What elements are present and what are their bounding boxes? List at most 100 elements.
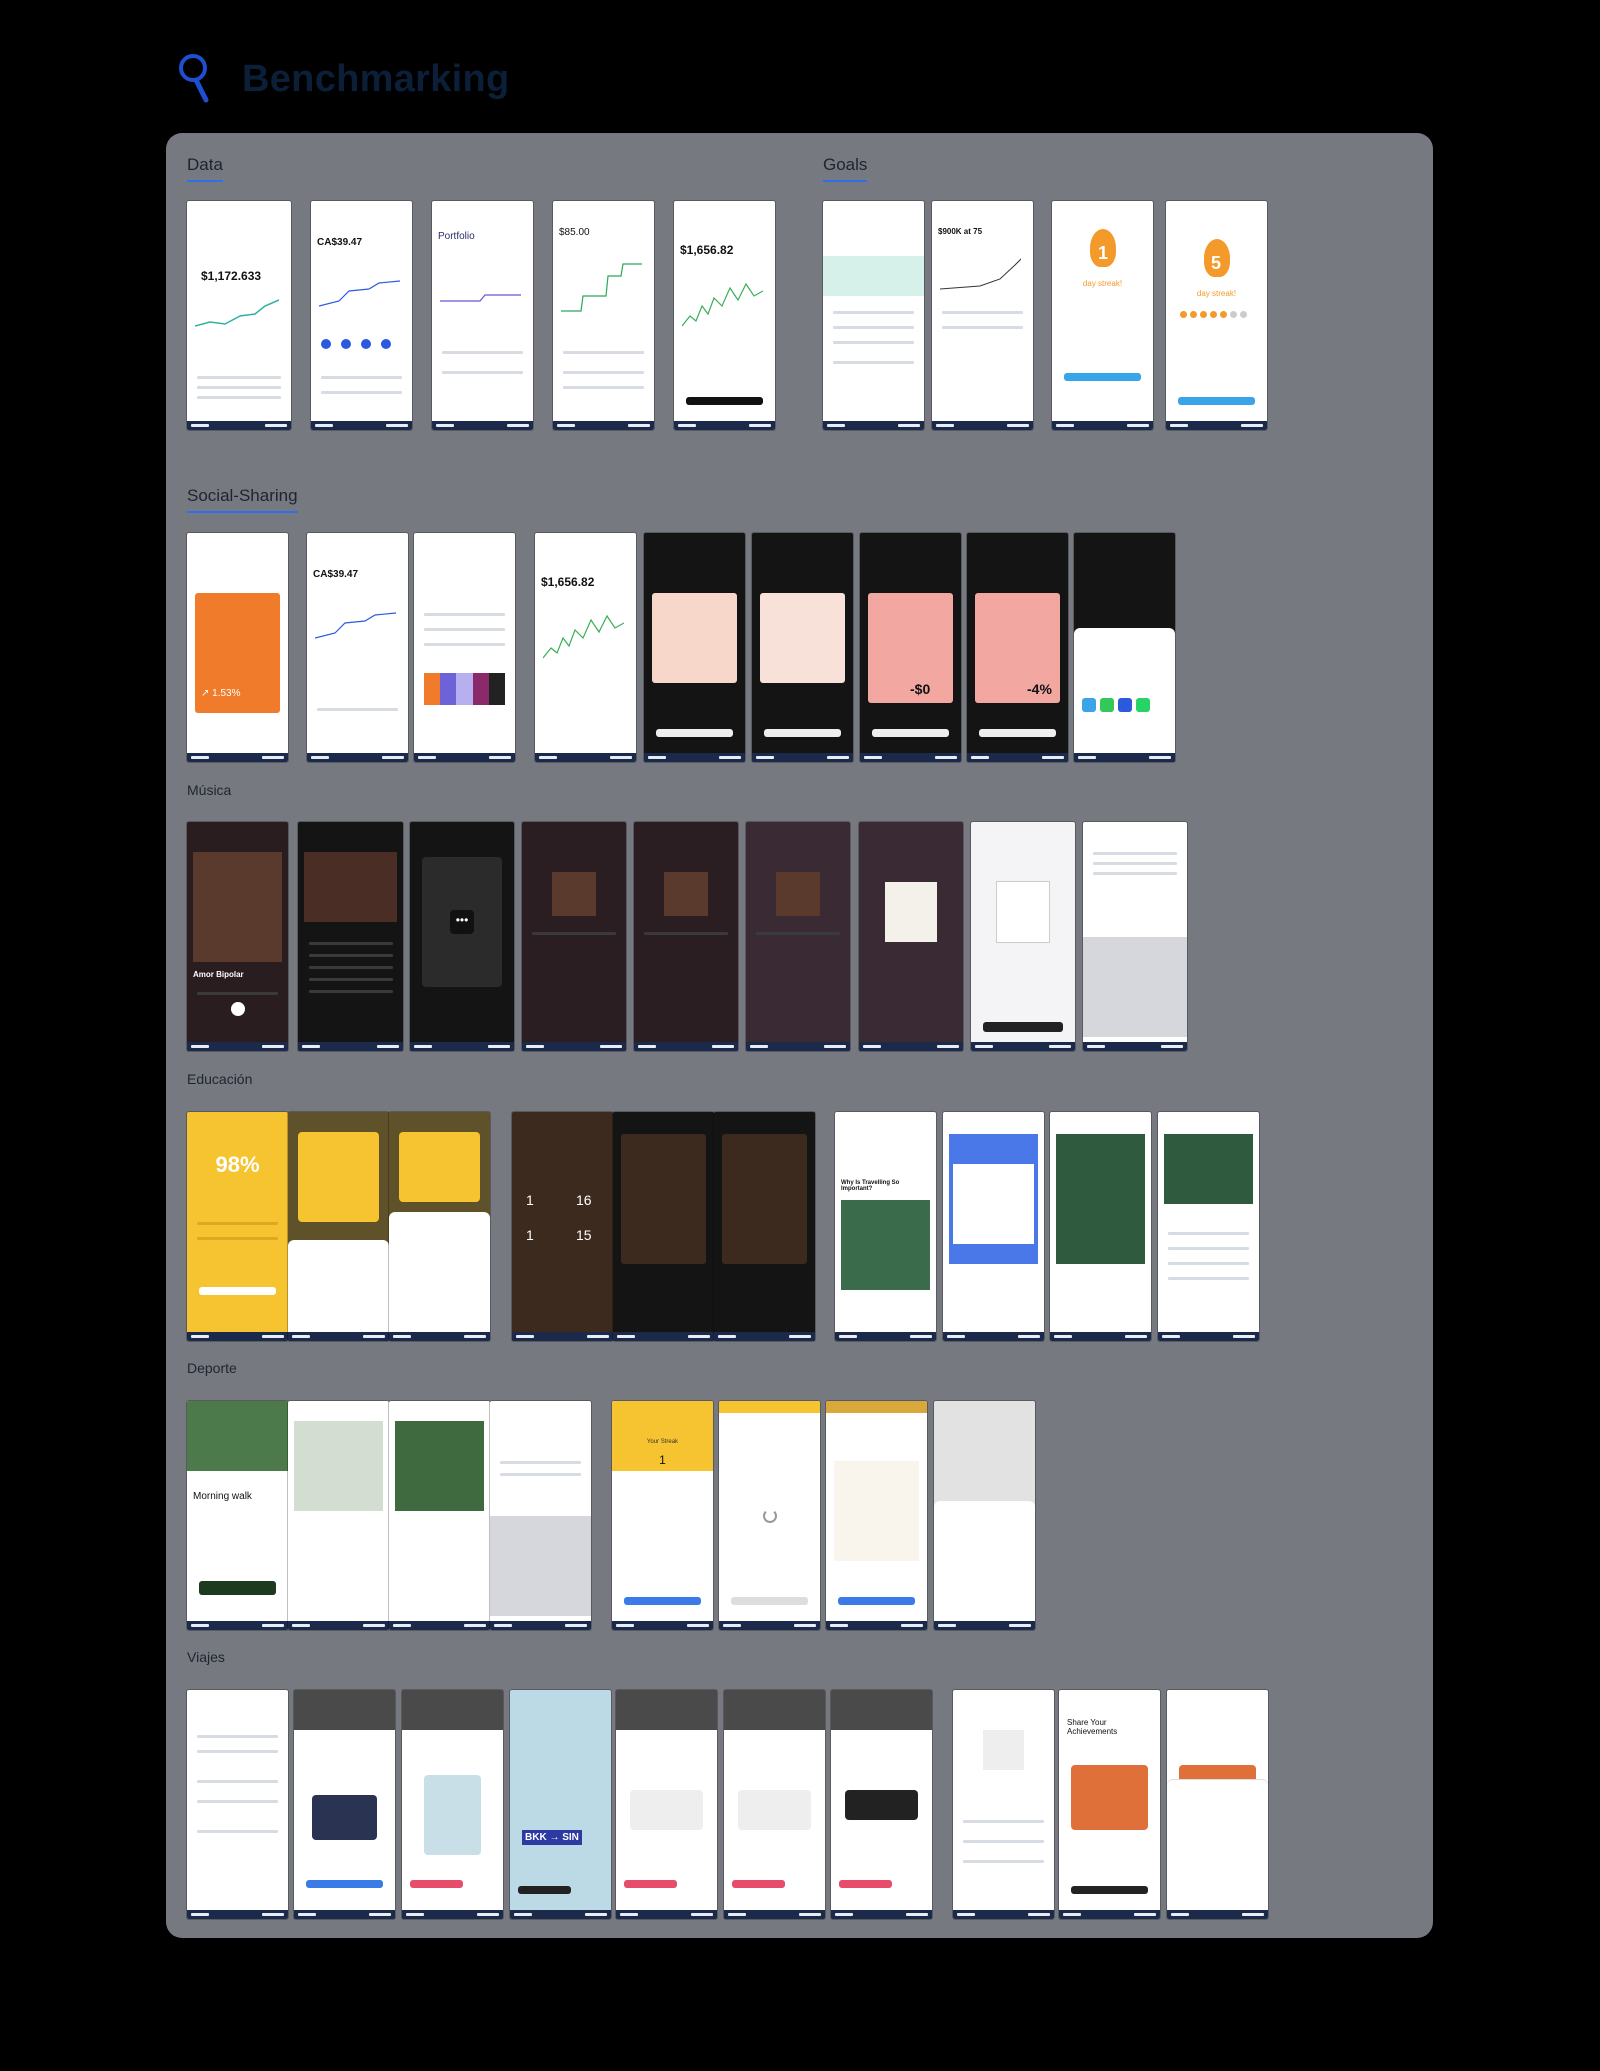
screen-amount: $1,656.82 [541, 575, 595, 589]
screen-percentage: ↗ 1.53% [201, 688, 241, 699]
screen-percentage: 98% [215, 1152, 260, 1177]
screenshot-educacion-9[interactable] [1050, 1112, 1151, 1341]
screen-title: $900K at 75 [938, 227, 983, 236]
screenshot-social-4[interactable]: $1,656.82 [535, 533, 636, 762]
screen-amount: CA$39.47 [313, 569, 359, 580]
magnifier-icon [179, 54, 209, 103]
screenshot-deporte-2[interactable] [288, 1401, 389, 1630]
screenshot-musica-6[interactable] [746, 822, 850, 1051]
mini-chart [315, 612, 397, 639]
screenshot-educacion-3[interactable] [389, 1112, 490, 1341]
screenshot-deporte-5[interactable]: Your Streak 1 [612, 1401, 713, 1630]
screenshot-educacion-6[interactable] [714, 1112, 815, 1341]
screenshot-data-3[interactable]: Portfolio [432, 201, 533, 430]
screen-amount: $85.00 [559, 227, 590, 238]
mini-chart [319, 280, 401, 307]
screen-amount: $1,656.82 [680, 243, 734, 257]
screenshot-deporte-7[interactable] [826, 1401, 927, 1630]
screenshot-musica-2[interactable] [298, 822, 403, 1051]
streak-label: day streak! [1082, 279, 1123, 288]
section-title-social-sharing: Social-Sharing [187, 486, 298, 513]
screenshot-educacion-10[interactable] [1158, 1112, 1259, 1341]
keyboard[interactable] [490, 1516, 591, 1616]
screenshot-educacion-8[interactable] [943, 1112, 1044, 1341]
screenshot-viajes-2[interactable] [294, 1690, 395, 1919]
screenshot-musica-8[interactable] [971, 822, 1075, 1051]
screenshot-deporte-1[interactable]: Morning walk [187, 1401, 288, 1630]
route-label: BKK → SIN [522, 1830, 582, 1845]
benchmark-board: Data Goals $1,172.633 CA$39.47 Portfolio… [166, 133, 1433, 1938]
screenshot-data-1[interactable]: $1,172.633 [187, 201, 291, 430]
screenshot-goals-2[interactable]: $900K at 75 [932, 201, 1033, 430]
streak-label: Your Streak [646, 1439, 679, 1445]
screenshot-social-1[interactable]: ↗ 1.53% [187, 533, 288, 762]
loading-dots: ••• [450, 910, 474, 934]
mini-chart [543, 614, 625, 659]
play-pause-button[interactable] [231, 1002, 245, 1016]
streak-number: 5 [1211, 253, 1222, 273]
screen-title: Portfolio [438, 231, 475, 242]
screenshot-goals-4[interactable]: 5 day streak! [1166, 201, 1267, 430]
song-title: Amor Bipolar [193, 970, 244, 979]
screenshot-viajes-7[interactable] [831, 1690, 932, 1919]
screenshot-musica-7[interactable] [859, 822, 963, 1051]
screenshot-deporte-6[interactable] [719, 1401, 820, 1630]
screenshot-social-7[interactable]: -$0 [860, 533, 961, 762]
screen-value: -4% [1027, 681, 1052, 697]
keyboard[interactable] [1083, 937, 1187, 1037]
screenshot-social-8[interactable]: -4% [967, 533, 1068, 762]
screenshot-social-2[interactable]: CA$39.47 [307, 533, 408, 762]
page-title: Benchmarking [242, 58, 510, 100]
mini-chart [195, 299, 280, 327]
section-title-deporte: Deporte [187, 1360, 237, 1376]
screenshot-deporte-4[interactable] [490, 1401, 591, 1630]
screenshot-viajes-5[interactable] [616, 1690, 717, 1919]
mini-chart [440, 294, 522, 302]
streak-value: 1 [659, 1453, 666, 1467]
screenshot-educacion-2[interactable] [288, 1112, 389, 1341]
section-title-data: Data [187, 155, 223, 182]
screenshot-musica-4[interactable] [522, 822, 626, 1051]
screenshot-deporte-8[interactable] [934, 1401, 1035, 1630]
section-title-goals: Goals [823, 155, 868, 182]
screenshot-deporte-3[interactable] [389, 1401, 490, 1630]
screen-amount: CA$39.47 [317, 237, 363, 248]
screenshot-educacion-4[interactable]: 1 16 1 15 [512, 1112, 613, 1341]
mini-chart [940, 258, 1022, 290]
screenshot-data-4[interactable]: $85.00 [553, 201, 654, 430]
screenshot-social-3[interactable] [414, 533, 515, 762]
page-header: Benchmarking [176, 52, 776, 104]
screen-title: Share Your Achievements [1067, 1718, 1118, 1736]
mini-chart [561, 263, 643, 312]
screenshot-data-2[interactable]: CA$39.47 [311, 201, 412, 430]
activity-title: Morning walk [193, 1491, 252, 1502]
screenshot-social-9[interactable] [1074, 533, 1175, 762]
screenshot-data-5[interactable]: $1,656.82 [674, 201, 775, 430]
screenshot-viajes-3[interactable] [402, 1690, 503, 1919]
article-title: Why Is Travelling So Important? [841, 1180, 900, 1192]
screenshot-social-5[interactable] [644, 533, 745, 762]
screenshot-goals-3[interactable]: 1 day streak! [1052, 201, 1153, 430]
section-title-viajes: Viajes [187, 1649, 225, 1665]
screenshot-viajes-9[interactable]: Share Your Achievements [1059, 1690, 1160, 1919]
screenshot-educacion-7[interactable]: Why Is Travelling So Important? [835, 1112, 936, 1341]
screen-amount: $1,172.633 [201, 269, 262, 283]
screenshot-musica-5[interactable] [634, 822, 738, 1051]
screen-value: -$0 [910, 681, 931, 697]
screenshot-viajes-6[interactable] [724, 1690, 825, 1919]
screenshot-educacion-5[interactable] [613, 1112, 714, 1341]
screenshot-goals-1[interactable] [823, 201, 924, 430]
screenshot-viajes-4[interactable]: BKK → SIN [510, 1690, 611, 1919]
screenshot-social-6[interactable] [752, 533, 853, 762]
mini-chart [682, 282, 764, 327]
screenshot-musica-1[interactable]: Amor Bipolar [187, 822, 288, 1051]
screenshot-viajes-1[interactable] [187, 1690, 288, 1919]
screenshot-musica-9[interactable] [1083, 822, 1187, 1051]
screenshot-musica-3[interactable]: ••• [410, 822, 514, 1051]
streak-number: 1 [1098, 243, 1109, 263]
screenshot-viajes-10[interactable] [1167, 1690, 1268, 1919]
section-title-musica: Música [187, 782, 232, 798]
screenshot-viajes-8[interactable] [953, 1690, 1054, 1919]
screenshot-educacion-1[interactable]: 98% [187, 1112, 288, 1341]
spinner-icon [763, 1509, 777, 1523]
